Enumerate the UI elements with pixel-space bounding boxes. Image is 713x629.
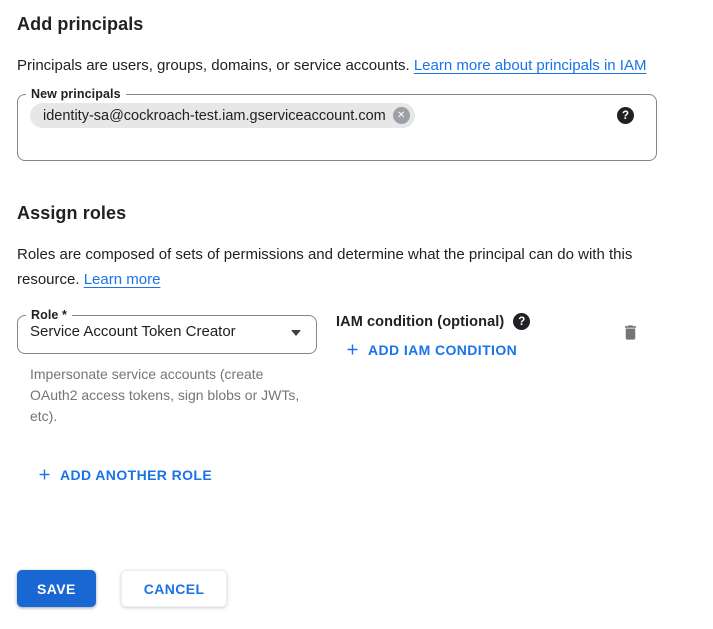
add-principals-panel: Add principals Principals are users, gro… bbox=[0, 0, 713, 629]
role-select[interactable]: Role * Service Account Token Creator bbox=[17, 308, 317, 354]
save-button[interactable]: SAVE bbox=[17, 570, 96, 607]
new-principals-field-row: identity-sa@cockroach-test.iam.gservicea… bbox=[18, 101, 656, 128]
role-row: Role * Service Account Token Creator Imp… bbox=[17, 308, 657, 427]
action-buttons: SAVE CANCEL bbox=[17, 570, 227, 607]
iam-condition-label: IAM condition (optional) bbox=[336, 314, 504, 330]
learn-more-principals-link[interactable]: Learn more about principals in IAM bbox=[414, 57, 647, 74]
role-value-row: Service Account Token Creator bbox=[18, 322, 316, 340]
principal-chip-label: identity-sa@cockroach-test.iam.gservicea… bbox=[43, 108, 386, 124]
principal-chip[interactable]: identity-sa@cockroach-test.iam.gservicea… bbox=[30, 103, 415, 128]
assign-roles-title: Assign roles bbox=[17, 202, 713, 224]
role-column: Role * Service Account Token Creator Imp… bbox=[17, 308, 317, 427]
delete-icon bbox=[621, 323, 640, 342]
help-icon[interactable]: ? bbox=[513, 313, 530, 330]
learn-more-roles-link[interactable]: Learn more bbox=[84, 271, 161, 288]
roles-description: Roles are composed of sets of permission… bbox=[17, 242, 672, 292]
new-principals-label: New principals bbox=[26, 87, 126, 101]
principals-description: Principals are users, groups, domains, o… bbox=[17, 53, 672, 78]
iam-condition-label-row: IAM condition (optional) ? bbox=[336, 313, 530, 330]
close-icon[interactable]: ✕ bbox=[393, 107, 410, 124]
iam-condition-column: IAM condition (optional) ? ADD IAM CONDI… bbox=[336, 308, 530, 363]
role-helper-text: Impersonate service accounts (create OAu… bbox=[30, 364, 312, 427]
role-label: Role * bbox=[26, 308, 72, 322]
cancel-button[interactable]: CANCEL bbox=[121, 570, 228, 607]
new-principals-field[interactable]: New principals identity-sa@cockroach-tes… bbox=[17, 87, 657, 161]
add-another-role-label: ADD ANOTHER ROLE bbox=[60, 467, 212, 483]
plus-icon bbox=[36, 466, 53, 483]
arrow-drop-down-icon[interactable] bbox=[291, 330, 301, 336]
add-another-role-button[interactable]: ADD ANOTHER ROLE bbox=[36, 466, 212, 483]
add-iam-condition-label: ADD IAM CONDITION bbox=[368, 342, 517, 358]
delete-role-button[interactable] bbox=[619, 321, 642, 344]
role-selected-value: Service Account Token Creator bbox=[30, 323, 236, 340]
add-principals-title: Add principals bbox=[17, 13, 713, 35]
principals-description-text: Principals are users, groups, domains, o… bbox=[17, 57, 414, 74]
plus-icon bbox=[344, 341, 361, 358]
add-iam-condition-button[interactable]: ADD IAM CONDITION bbox=[344, 341, 517, 358]
help-icon[interactable]: ? bbox=[617, 107, 634, 124]
